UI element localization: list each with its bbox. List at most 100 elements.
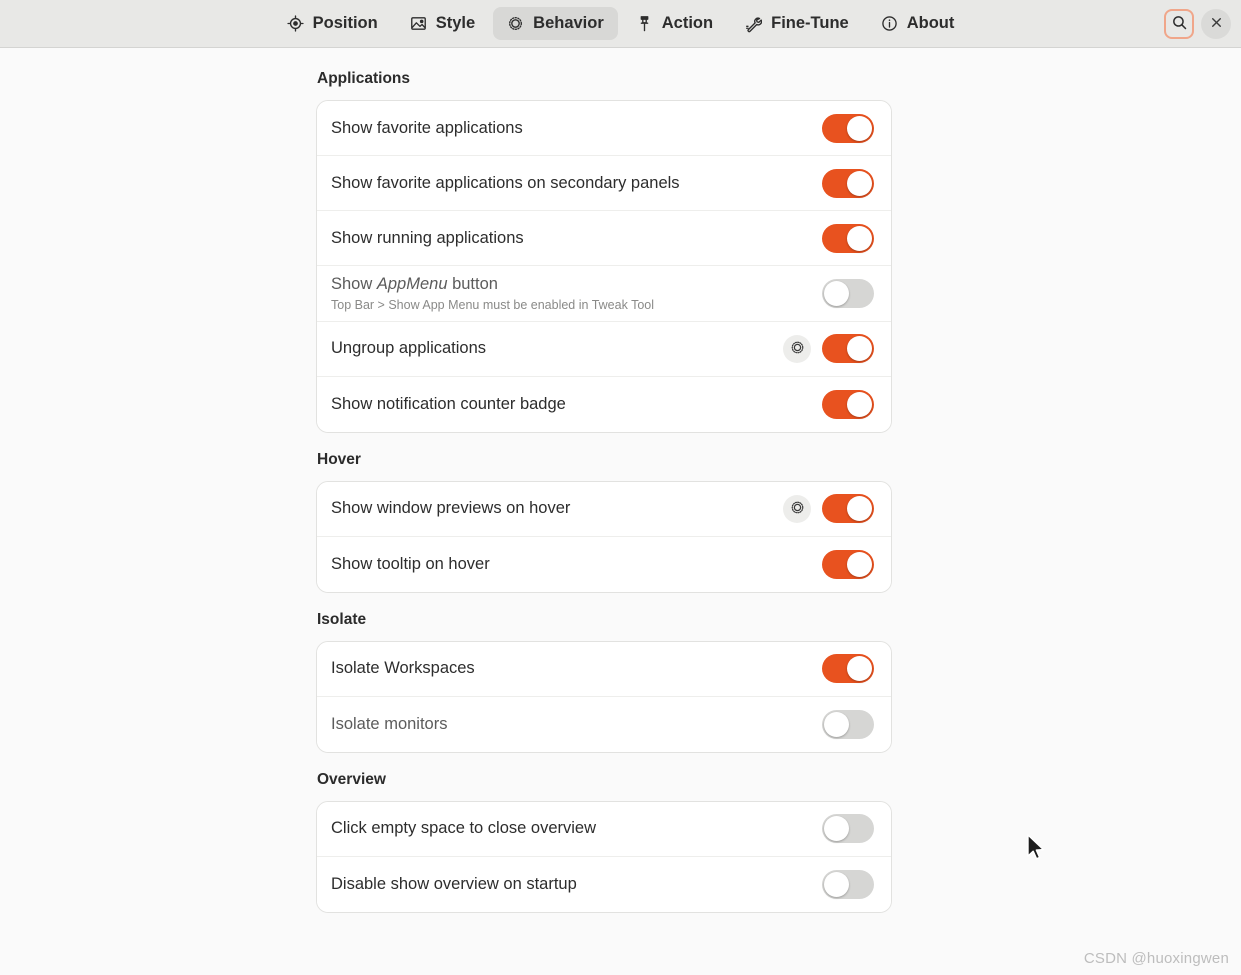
- row-title: Isolate monitors: [331, 714, 448, 733]
- tab-label: Action: [661, 14, 714, 32]
- row-actions: [783, 494, 874, 524]
- toggle-switch[interactable]: [822, 334, 874, 364]
- group-title: Isolate: [317, 610, 367, 628]
- toggle-switch[interactable]: [822, 869, 874, 899]
- toggle-knob: [847, 336, 872, 362]
- toggle-switch[interactable]: [822, 654, 874, 684]
- settings-card: Isolate Workspaces Isolate monitors: [316, 640, 892, 753]
- cog-icon: [507, 15, 524, 32]
- row-text: Ungroup applications: [331, 338, 783, 359]
- row-title: Show window previews on hover: [331, 499, 571, 518]
- info-icon: [881, 15, 898, 32]
- toggle-switch[interactable]: [822, 113, 874, 143]
- row-cog-icon: [790, 500, 805, 518]
- target-icon: [287, 15, 304, 32]
- settings-row: Ungroup applications: [317, 321, 891, 377]
- settings-group: Overview Click empty space to close overv…: [316, 771, 892, 913]
- group-title: Hover: [317, 450, 361, 468]
- toggle-knob: [847, 115, 872, 141]
- toggle-knob: [847, 551, 872, 577]
- row-title: Disable show overview on startup: [331, 874, 577, 893]
- toggle-switch[interactable]: [822, 549, 874, 579]
- settings-row: Show tooltip on hover: [317, 536, 891, 592]
- toggle-knob: [824, 871, 849, 897]
- toggle-switch[interactable]: [822, 494, 874, 524]
- settings-row: Show favorite applications on secondary …: [317, 156, 891, 211]
- row-settings-button[interactable]: [783, 494, 811, 523]
- settings-row: Show favorite applications: [317, 101, 891, 156]
- settings-card: Show window previews on hover Show toolti…: [316, 480, 892, 593]
- row-title: Show favorite applications: [331, 118, 523, 137]
- watermark: CSDN @huoxingwen: [1083, 950, 1229, 967]
- row-actions: [822, 869, 874, 899]
- header-right-controls: [1164, 0, 1231, 48]
- tab-style[interactable]: Style: [396, 7, 489, 40]
- row-actions: [822, 654, 874, 684]
- row-title: Isolate Workspaces: [331, 659, 475, 678]
- close-button[interactable]: [1201, 9, 1231, 39]
- tab-bar: Position Style Behavior Action Fine-Tune Abou…: [273, 7, 969, 40]
- tab-label: Style: [435, 14, 476, 32]
- settings-card: Click empty space to close overview Disab…: [316, 800, 892, 913]
- toggle-knob: [847, 225, 872, 251]
- settings-row: Show running applications: [317, 211, 891, 266]
- row-actions: [822, 814, 874, 844]
- toggle-switch[interactable]: [822, 223, 874, 253]
- tab-label: About: [906, 14, 955, 32]
- pin-icon: [636, 15, 653, 32]
- row-title: Show running applications: [331, 228, 524, 247]
- row-title-pre: Show: [331, 275, 377, 293]
- group-title: Overview: [317, 770, 386, 788]
- tab-label: Position: [312, 14, 378, 32]
- settings-group: Applications Show favorite applications Sh…: [316, 70, 892, 433]
- row-text: Show tooltip on hover: [331, 554, 822, 575]
- tab-label: Behavior: [533, 14, 604, 32]
- row-title: Show notification counter badge: [331, 394, 566, 413]
- row-text: Disable show overview on startup: [331, 874, 822, 895]
- settings-row: Isolate Workspaces: [317, 641, 891, 697]
- row-actions: [783, 334, 874, 364]
- toggle-switch[interactable]: [822, 389, 874, 419]
- row-title: Click empty space to close overview: [331, 819, 597, 838]
- tab-about[interactable]: About: [867, 7, 969, 40]
- row-title: Show favorite applications on secondary …: [331, 173, 680, 192]
- tab-fine-tune[interactable]: Fine-Tune: [731, 7, 863, 40]
- row-text: Isolate Workspaces: [331, 658, 822, 679]
- settings-row: Show AppMenu button Top Bar > Show App Me…: [317, 266, 891, 322]
- row-text: Click empty space to close overview: [331, 818, 822, 839]
- settings-card: Show favorite applications Show favorite …: [316, 100, 892, 433]
- wrench-icon: [745, 15, 763, 32]
- header-bar: Position Style Behavior Action Fine-Tune Abou…: [0, 0, 1241, 48]
- toggle-knob: [824, 711, 849, 737]
- toggle-switch[interactable]: [822, 709, 874, 739]
- settings-group: Isolate Isolate Workspaces Isolate monitor…: [316, 611, 892, 753]
- toggle-switch[interactable]: [822, 278, 874, 308]
- row-text: Show favorite applications: [331, 118, 822, 139]
- row-title: Show AppMenu button: [331, 274, 822, 295]
- toggle-knob: [824, 816, 849, 842]
- row-actions: [822, 113, 874, 143]
- row-actions: [822, 549, 874, 579]
- row-title-post: button: [447, 275, 498, 293]
- toggle-switch[interactable]: [822, 168, 874, 198]
- row-settings-button[interactable]: [783, 334, 811, 363]
- tab-position[interactable]: Position: [273, 7, 392, 40]
- toggle-knob: [824, 280, 849, 306]
- tab-behavior[interactable]: Behavior: [493, 7, 618, 40]
- toggle-switch[interactable]: [822, 814, 874, 844]
- tab-label: Fine-Tune: [771, 14, 849, 32]
- row-actions: [822, 168, 874, 198]
- row-text: Show running applications: [331, 228, 822, 249]
- settings-group: Hover Show window previews on hover Show t…: [316, 451, 892, 593]
- toggle-knob: [847, 170, 872, 196]
- tab-action[interactable]: Action: [622, 7, 727, 40]
- row-text: Show favorite applications on secondary …: [331, 173, 822, 194]
- settings-page: Applications Show favorite applications Sh…: [316, 70, 892, 913]
- settings-row: Show window previews on hover: [317, 481, 891, 537]
- row-actions: [822, 389, 874, 419]
- image-icon: [410, 15, 427, 32]
- search-button[interactable]: [1164, 9, 1194, 39]
- settings-content: Applications Show favorite applications Sh…: [0, 48, 1241, 974]
- settings-row: Disable show overview on startup: [317, 856, 891, 912]
- toggle-knob: [847, 391, 872, 417]
